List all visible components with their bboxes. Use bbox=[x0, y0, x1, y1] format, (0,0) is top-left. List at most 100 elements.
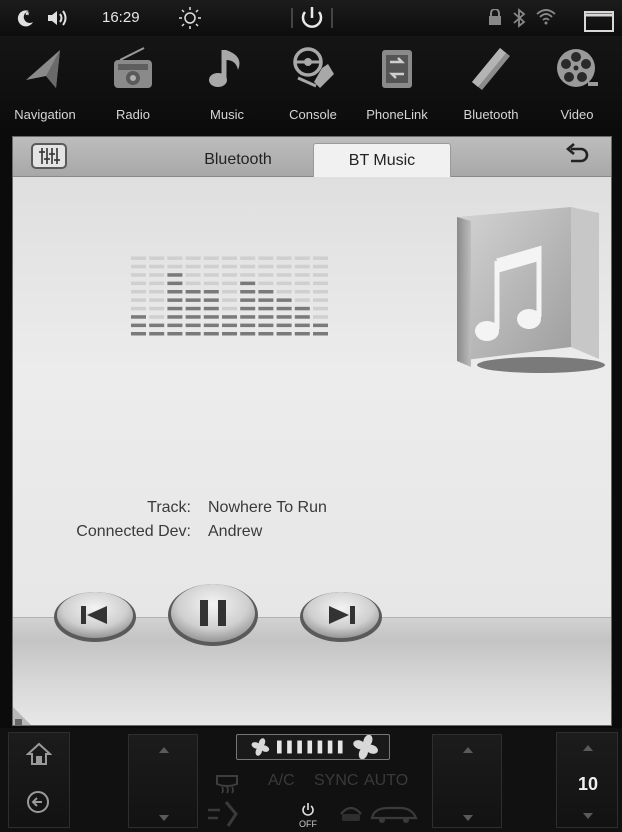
tab-bt-music[interactable]: BT Music bbox=[313, 143, 451, 177]
eq-segment bbox=[149, 264, 165, 269]
eq-segment bbox=[276, 273, 292, 277]
eq-segment bbox=[313, 256, 328, 260]
app-label: Console bbox=[289, 107, 337, 122]
app-navigation[interactable]: Navigation bbox=[0, 36, 90, 128]
album-art-icon bbox=[457, 207, 605, 373]
app-video[interactable]: Video bbox=[532, 36, 622, 128]
power-icon[interactable] bbox=[290, 4, 334, 32]
eq-segment-active bbox=[276, 332, 292, 336]
eq-segment-active bbox=[240, 298, 256, 302]
eq-segment-active bbox=[131, 323, 146, 328]
eq-segment-active bbox=[149, 332, 165, 336]
left-temp-down-icon[interactable] bbox=[159, 815, 169, 821]
fan-speed-segment bbox=[327, 740, 333, 754]
back-circle-icon[interactable] bbox=[26, 790, 50, 814]
eq-column bbox=[131, 256, 146, 336]
film-reel-icon bbox=[557, 49, 598, 87]
pause-button[interactable] bbox=[167, 581, 259, 647]
eq-segment-active bbox=[258, 306, 274, 311]
eq-segment bbox=[167, 256, 183, 260]
right-temp-down-icon[interactable] bbox=[463, 815, 473, 821]
app-console[interactable]: Console bbox=[268, 36, 358, 128]
wifi-icon bbox=[536, 9, 556, 25]
back-arrow-icon[interactable] bbox=[563, 143, 591, 169]
phonelink-icon bbox=[382, 50, 412, 88]
eq-column bbox=[222, 256, 237, 336]
eq-segment bbox=[131, 273, 146, 277]
eq-segment-active bbox=[167, 306, 183, 311]
app-bluetooth[interactable]: Bluetooth bbox=[446, 36, 536, 128]
eq-segment bbox=[258, 264, 274, 269]
eq-segment bbox=[203, 273, 219, 277]
fresh-air-icon[interactable] bbox=[368, 802, 420, 824]
eq-segment bbox=[149, 256, 165, 260]
fan-speed-segment bbox=[297, 740, 302, 754]
eq-column bbox=[149, 256, 165, 336]
app-radio[interactable]: Radio bbox=[88, 36, 178, 128]
bluetooth-phone-icon bbox=[472, 48, 510, 90]
fan-speed-segment bbox=[317, 740, 323, 754]
brightness-icon[interactable] bbox=[178, 6, 202, 30]
temp-up-icon[interactable] bbox=[583, 745, 593, 751]
eq-segment-active bbox=[276, 298, 292, 302]
eq-segment bbox=[294, 281, 310, 286]
temp-down-icon[interactable] bbox=[583, 813, 593, 819]
eq-segment bbox=[149, 281, 165, 286]
equalizer-button[interactable] bbox=[31, 143, 67, 169]
eq-segment-active bbox=[222, 323, 237, 328]
ac-button[interactable]: A/C bbox=[268, 772, 295, 790]
fan-speed-segment bbox=[287, 740, 292, 754]
home-icon[interactable] bbox=[26, 742, 52, 766]
app-music[interactable]: Music bbox=[182, 36, 272, 128]
eq-segment bbox=[276, 264, 292, 269]
eq-segment-active bbox=[313, 323, 328, 328]
eq-segment bbox=[222, 264, 237, 269]
eq-segment-active bbox=[149, 323, 165, 328]
eq-segment bbox=[313, 315, 328, 319]
eq-segment-active bbox=[276, 315, 292, 319]
eq-column bbox=[313, 256, 328, 336]
app-launcher-row: Navigation Radio Music Console PhoneLink… bbox=[0, 36, 622, 128]
right-temp-up-icon[interactable] bbox=[463, 747, 473, 753]
eq-segment-active bbox=[203, 290, 219, 294]
tab-bluetooth[interactable]: Bluetooth bbox=[173, 143, 303, 177]
eq-segment bbox=[258, 281, 274, 286]
next-track-button[interactable] bbox=[299, 587, 383, 643]
fan-speed-bar[interactable] bbox=[236, 734, 390, 760]
eq-segment-active bbox=[167, 281, 183, 286]
eq-column bbox=[258, 256, 274, 336]
eq-segment-active bbox=[185, 290, 201, 294]
eq-segment bbox=[313, 298, 328, 302]
eq-segment bbox=[222, 256, 237, 260]
eq-column bbox=[276, 256, 292, 336]
volume-icon[interactable] bbox=[46, 8, 68, 28]
left-temp-panel[interactable] bbox=[128, 734, 198, 828]
sync-button[interactable]: SYNC bbox=[314, 772, 358, 790]
eq-segment bbox=[131, 264, 146, 269]
climate-power-button[interactable]: OFF bbox=[294, 800, 322, 830]
eq-segment-active bbox=[240, 323, 256, 328]
recirculation-icon[interactable] bbox=[338, 800, 364, 824]
radio-icon bbox=[114, 47, 152, 88]
previous-track-button[interactable] bbox=[53, 587, 137, 643]
track-title: Nowhere To Run bbox=[208, 499, 327, 516]
eq-segment bbox=[222, 298, 237, 302]
eq-segment bbox=[149, 306, 165, 311]
left-temp-up-icon[interactable] bbox=[159, 747, 169, 753]
eq-segment bbox=[294, 273, 310, 277]
auto-button[interactable]: AUTO bbox=[364, 772, 408, 790]
bluetooth-status-icon bbox=[513, 8, 526, 28]
app-phonelink[interactable]: PhoneLink bbox=[352, 36, 442, 128]
rear-defrost-icon[interactable] bbox=[214, 772, 240, 794]
status-bar: 16:29 bbox=[0, 0, 622, 36]
power-off-label: OFF bbox=[299, 819, 317, 829]
window-icon[interactable] bbox=[584, 8, 614, 32]
night-mode-icon[interactable] bbox=[16, 8, 36, 28]
eq-segment bbox=[276, 256, 292, 260]
fan-low-icon bbox=[251, 738, 270, 756]
seat-airflow-icon[interactable] bbox=[206, 800, 240, 828]
eq-segment-active bbox=[313, 332, 328, 336]
eq-segment-active bbox=[203, 306, 219, 311]
right-temp-panel[interactable] bbox=[432, 734, 502, 828]
eq-segment-active bbox=[203, 315, 219, 319]
